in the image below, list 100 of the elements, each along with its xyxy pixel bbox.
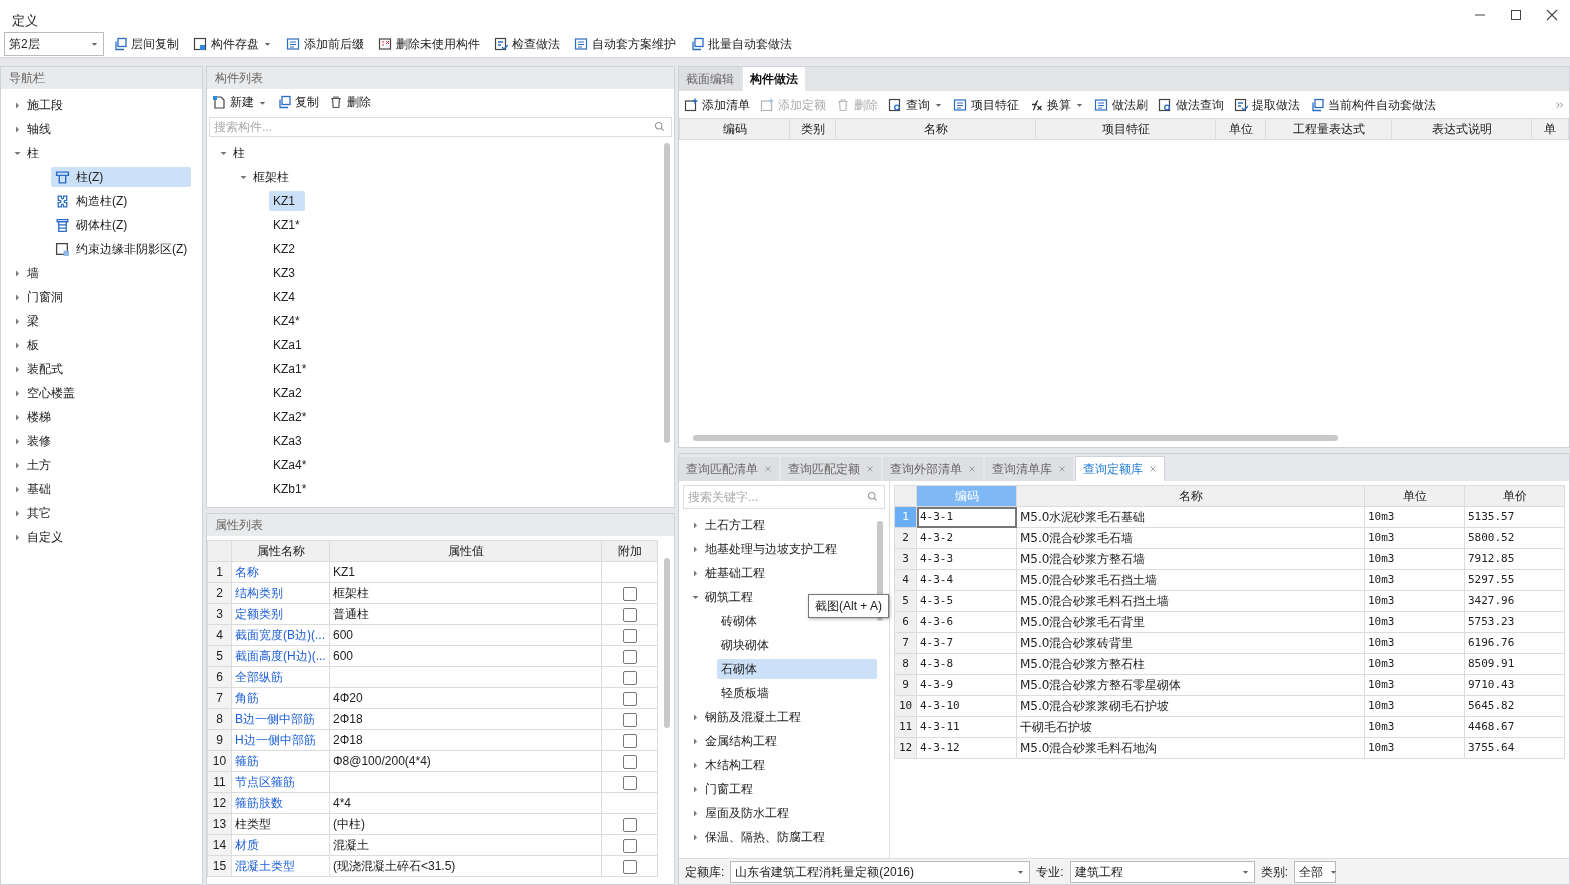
row-number[interactable]: 3: [894, 548, 917, 570]
toolbar-button[interactable]: 换算: [1024, 93, 1089, 116]
tree-item[interactable]: 地基处理与边坡支护工程: [701, 539, 841, 559]
tree-item[interactable]: 金属结构工程: [701, 731, 781, 751]
tree-item[interactable]: KZa1: [269, 335, 306, 355]
checkbox[interactable]: [622, 670, 637, 685]
tree-item[interactable]: KZ1: [269, 191, 305, 211]
checkbox[interactable]: [622, 586, 637, 601]
checkbox[interactable]: [622, 817, 637, 832]
nav-item[interactable]: 门窗洞: [23, 287, 67, 307]
toolbar-button[interactable]: 查询: [883, 93, 948, 116]
tab[interactable]: 查询外部清单: [883, 457, 983, 481]
row-number[interactable]: 9: [894, 674, 917, 696]
tab[interactable]: 截面编辑: [679, 67, 741, 91]
tree-item[interactable]: 屋面及防水工程: [701, 803, 793, 823]
nav-item[interactable]: 施工段: [23, 95, 67, 115]
tab[interactable]: 查询匹配清单: [679, 457, 779, 481]
toolbar-button[interactable]: 构件存盘: [188, 32, 277, 55]
nav-item[interactable]: 墙: [23, 263, 43, 283]
tree-item[interactable]: KZ4*: [269, 311, 305, 331]
tree-item[interactable]: KZa1*: [269, 359, 311, 379]
tree-item[interactable]: KZa4*: [269, 455, 311, 475]
tree-item[interactable]: 钢筋及混凝土工程: [701, 707, 805, 727]
dropdown-field[interactable]: 山东省建筑工程消耗量定额(2016): [730, 860, 1031, 883]
toolbar-button[interactable]: 删除未使用构件: [373, 32, 485, 55]
checkbox[interactable]: [622, 754, 637, 769]
checkbox[interactable]: [622, 691, 637, 706]
nav-item[interactable]: 基础: [23, 479, 55, 499]
column-header[interactable]: 单位: [1364, 485, 1465, 507]
checkbox[interactable]: [622, 712, 637, 727]
column-header[interactable]: 名称: [1016, 485, 1365, 507]
tree-item[interactable]: 砌块砌体: [717, 635, 877, 655]
tree-item[interactable]: 石砌体: [717, 659, 877, 679]
toolbar-button[interactable]: 新建: [207, 91, 272, 113]
scrollbar[interactable]: [664, 558, 670, 728]
tree-item[interactable]: 木结构工程: [701, 755, 769, 775]
checkbox[interactable]: [622, 607, 637, 622]
nav-item[interactable]: 自定义: [23, 527, 67, 547]
tab[interactable]: 查询清单库: [985, 457, 1073, 481]
row-number[interactable]: 11: [894, 716, 917, 738]
scrollbar[interactable]: [664, 143, 670, 443]
toolbar-button[interactable]: 项目特征: [948, 93, 1024, 116]
tab[interactable]: 构件做法: [743, 67, 805, 91]
tree-item[interactable]: KZ1*: [269, 215, 305, 235]
nav-item[interactable]: 板: [23, 335, 43, 355]
tree-item[interactable]: 柱: [229, 143, 249, 163]
tree-item[interactable]: 土石方工程: [701, 515, 769, 535]
toolbar-button[interactable]: 当前构件自动套做法: [1305, 93, 1441, 116]
row-number[interactable]: 4: [894, 569, 917, 591]
tree-item[interactable]: 砌筑工程: [701, 587, 757, 607]
search-field[interactable]: 搜索关键字...: [683, 485, 885, 509]
toolbar-button[interactable]: 自动套方案维护: [569, 32, 681, 55]
checkbox[interactable]: [622, 859, 637, 874]
tree-item[interactable]: 框架柱: [249, 167, 293, 187]
tree-item[interactable]: 桩基础工程: [701, 563, 769, 583]
row-number[interactable]: 2: [894, 527, 917, 549]
toolbar-button[interactable]: 复制: [272, 91, 324, 113]
checkbox[interactable]: [622, 733, 637, 748]
checkbox[interactable]: [622, 838, 637, 853]
toolbar-button[interactable]: 批量自动套做法: [685, 32, 797, 55]
toolbar-button[interactable]: 删除: [324, 91, 376, 113]
toolbar-button[interactable]: 层间复制: [108, 32, 184, 55]
nav-item[interactable]: 空心楼盖: [23, 383, 79, 403]
nav-item[interactable]: 装配式: [23, 359, 67, 379]
row-number[interactable]: 6: [894, 611, 917, 633]
tree-item[interactable]: KZa2: [269, 383, 306, 403]
nav-item[interactable]: 柱(Z): [51, 167, 191, 187]
nav-item[interactable]: 梁: [23, 311, 43, 331]
row-number[interactable]: 7: [894, 632, 917, 654]
toolbar-button[interactable]: 做法刷: [1089, 93, 1153, 116]
tree-item[interactable]: KZa3: [269, 431, 306, 451]
checkbox[interactable]: [622, 649, 637, 664]
dropdown-field[interactable]: 全部: [1294, 860, 1337, 883]
row-number[interactable]: 10: [894, 695, 917, 717]
nav-item[interactable]: 土方: [23, 455, 55, 475]
dropdown-field[interactable]: 建筑工程: [1069, 860, 1255, 883]
row-number[interactable]: 12: [894, 737, 917, 759]
tree-item[interactable]: 轻质板墙: [717, 683, 877, 703]
tab[interactable]: 查询定额库: [1075, 456, 1165, 481]
row-number[interactable]: 5: [894, 590, 917, 612]
tab[interactable]: 查询匹配定额: [781, 457, 881, 481]
toolbar-button[interactable]: 添加前后缀: [281, 32, 369, 55]
tree-item[interactable]: KZ2: [269, 239, 305, 259]
toolbar-button[interactable]: 添加清单: [679, 93, 755, 116]
nav-item[interactable]: 构造柱(Z): [51, 191, 191, 211]
nav-item[interactable]: 约束边缘非阴影区(Z): [51, 239, 192, 259]
nav-item[interactable]: 轴线: [23, 119, 55, 139]
nav-item[interactable]: 柱: [23, 143, 43, 163]
tree-item[interactable]: KZ3: [269, 263, 305, 283]
checkbox[interactable]: [622, 775, 637, 790]
nav-item[interactable]: 楼梯: [23, 407, 55, 427]
row-number[interactable]: 8: [894, 653, 917, 675]
floor-select[interactable]: 第2层: [4, 31, 104, 56]
tree-item[interactable]: KZa2*: [269, 407, 311, 427]
toolbar-button[interactable]: 检查做法: [489, 32, 565, 55]
toolbar-button[interactable]: 做法查询: [1153, 93, 1229, 116]
nav-item[interactable]: 装修: [23, 431, 55, 451]
tree-item[interactable]: KZb1*: [269, 479, 311, 499]
nav-item[interactable]: 其它: [23, 503, 55, 523]
nav-item[interactable]: 砌体柱(Z): [51, 215, 191, 235]
